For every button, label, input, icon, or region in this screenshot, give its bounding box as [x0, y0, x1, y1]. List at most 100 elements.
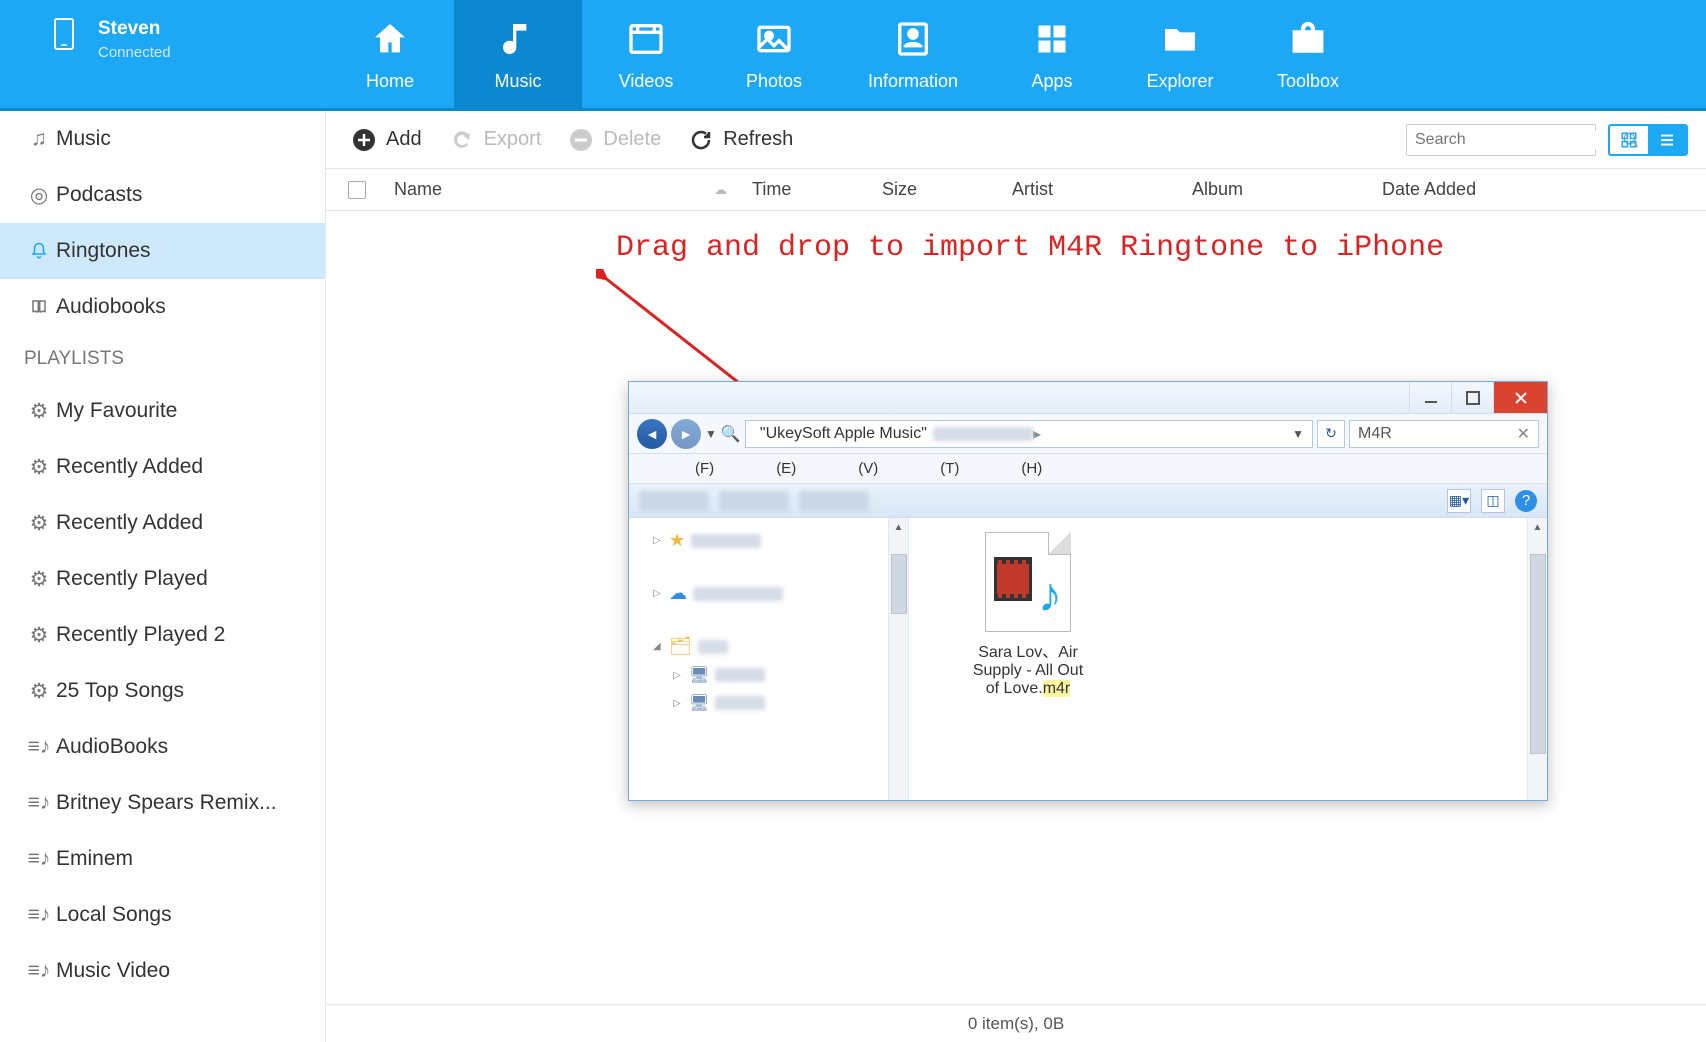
- playlist-item[interactable]: ≡♪ Eminem: [0, 831, 325, 887]
- nav-apps[interactable]: Apps: [988, 0, 1116, 108]
- explorer-icon: [1158, 17, 1202, 61]
- playlist-item[interactable]: ⚙Recently Played 2: [0, 607, 325, 663]
- view-toggle: [1608, 124, 1688, 156]
- playlist-label: Recently Added: [56, 511, 203, 535]
- menu-item[interactable]: [641, 458, 687, 479]
- explorer-body: ▷★ ▷☁ ◢🗂 ▷🖥 ▷🖥 ▲: [629, 518, 1547, 800]
- col-album[interactable]: Album: [1192, 179, 1382, 200]
- refresh-addr-button[interactable]: ↻: [1317, 420, 1345, 448]
- sidebar: ♫ Music ◎ Podcasts Ringtones Audiobooks …: [0, 111, 326, 1042]
- search-nav-icon: 🔍: [721, 424, 741, 444]
- playlist-item[interactable]: ⚙Recently Played: [0, 551, 325, 607]
- sidebar-item-label: Ringtones: [56, 239, 151, 263]
- menu-item[interactable]: [967, 458, 1013, 479]
- back-button[interactable]: ◄: [637, 419, 667, 449]
- history-dropdown[interactable]: ▼: [705, 427, 717, 441]
- preview-pane-button[interactable]: ◫: [1481, 489, 1505, 513]
- tree-item[interactable]: ▷☁: [635, 579, 902, 608]
- tree-scrollbar[interactable]: ▲: [888, 518, 908, 800]
- explorer-files[interactable]: ♪ Sara Lov、Air Supply - All Out of Love.…: [909, 518, 1547, 800]
- forward-button[interactable]: ►: [671, 419, 701, 449]
- file-name-line1: Sara Lov、Air: [953, 638, 1103, 662]
- col-artist[interactable]: Artist: [1012, 179, 1192, 200]
- chevron-right-icon[interactable]: ▸: [1033, 424, 1041, 444]
- addr-dropdown[interactable]: ▼: [1292, 427, 1304, 441]
- nav-photos[interactable]: Photos: [710, 0, 838, 108]
- playlist-item[interactable]: ≡♪Britney Spears Remix...: [0, 775, 325, 831]
- toolbar-item[interactable]: [719, 491, 789, 511]
- files-scrollbar[interactable]: ▲: [1527, 518, 1547, 800]
- playlist-item[interactable]: ⚙Recently Added: [0, 439, 325, 495]
- nav-information[interactable]: Information: [838, 0, 988, 108]
- gear-icon: ⚙: [28, 680, 50, 702]
- toolbar-item[interactable]: [799, 491, 869, 511]
- playlist-item[interactable]: ≡♪ Local Songs: [0, 887, 325, 943]
- playlists-header: PLAYLISTS: [0, 335, 325, 383]
- nav-home[interactable]: Home: [326, 0, 454, 108]
- explorer-search[interactable]: M4R ✕: [1349, 420, 1539, 448]
- delete-label: Delete: [603, 128, 661, 151]
- sidebar-item-audiobooks[interactable]: Audiobooks: [0, 279, 325, 335]
- sidebar-item-music[interactable]: ♫ Music: [0, 111, 325, 167]
- home-icon: [368, 17, 412, 61]
- menu-item[interactable]: [886, 458, 932, 479]
- clear-search-icon[interactable]: ✕: [1517, 424, 1530, 444]
- list-view-button[interactable]: [1648, 126, 1686, 154]
- playlist-item[interactable]: ⚙My Favourite: [0, 383, 325, 439]
- nav-items: Home Music Videos Photos Information: [326, 0, 1372, 108]
- sidebar-item-label: Podcasts: [56, 183, 142, 207]
- col-size[interactable]: Size: [882, 179, 1012, 200]
- playlist-label: 25 Top Songs: [56, 679, 184, 703]
- sidebar-item-label: Music: [56, 127, 111, 151]
- help-button[interactable]: ?: [1515, 490, 1537, 512]
- nav-videos[interactable]: Videos: [582, 0, 710, 108]
- bell-icon: [28, 240, 50, 262]
- gear-icon: ⚙: [28, 456, 50, 478]
- list-icon: ≡♪: [28, 736, 50, 758]
- col-date-added[interactable]: Date Added: [1382, 179, 1476, 200]
- computer-icon: 🖥: [689, 665, 709, 685]
- address-bar[interactable]: "UkeySoft Apple Music" ▸ ▼: [745, 420, 1313, 448]
- menu-item[interactable]: [804, 458, 850, 479]
- nav-music[interactable]: Music: [454, 0, 582, 108]
- menu-item[interactable]: [722, 458, 768, 479]
- close-button[interactable]: [1493, 382, 1547, 413]
- export-button[interactable]: Export: [442, 124, 550, 156]
- minimize-button[interactable]: [1409, 382, 1451, 413]
- playlist-item[interactable]: ≡♪AudioBooks: [0, 719, 325, 775]
- breadcrumb-segment[interactable]: "UkeySoft Apple Music": [754, 425, 933, 443]
- gear-icon: ⚙: [28, 624, 50, 646]
- maximize-button[interactable]: [1451, 382, 1493, 413]
- sidebar-item-podcasts[interactable]: ◎ Podcasts: [0, 167, 325, 223]
- search-input[interactable]: [1415, 131, 1622, 149]
- playlist-item[interactable]: ⚙Recently Added: [0, 495, 325, 551]
- grid-view-button[interactable]: [1610, 126, 1648, 154]
- tree-item[interactable]: ◢🗂: [635, 632, 902, 661]
- cloud-icon: ☁: [714, 182, 752, 198]
- nav-explorer[interactable]: Explorer: [1116, 0, 1244, 108]
- playlist-item[interactable]: ≡♪Music Video: [0, 943, 325, 999]
- drop-area[interactable]: Drag and drop to import M4R Ringtone to …: [326, 211, 1706, 1004]
- playlist-label: Eminem: [56, 847, 133, 871]
- delete-button[interactable]: Delete: [561, 124, 669, 156]
- toolbar-item[interactable]: [639, 491, 709, 511]
- col-time[interactable]: Time: [752, 179, 882, 200]
- list-icon: ≡♪: [28, 848, 50, 870]
- tree-item[interactable]: ▷🖥: [635, 661, 902, 689]
- explorer-tree: ▷★ ▷☁ ◢🗂 ▷🖥 ▷🖥 ▲: [629, 518, 909, 800]
- playlist-item[interactable]: ⚙ 25 Top Songs: [0, 663, 325, 719]
- col-name[interactable]: Name: [394, 179, 714, 200]
- view-mode-button[interactable]: ▦▾: [1447, 489, 1471, 513]
- tree-item[interactable]: ▷★: [635, 526, 902, 555]
- playlist-label: Local Songs: [56, 903, 172, 927]
- add-button[interactable]: Add: [344, 124, 430, 156]
- file-item[interactable]: ♪ Sara Lov、Air Supply - All Out of Love.…: [953, 532, 1103, 698]
- list-icon: ≡♪: [28, 904, 50, 926]
- refresh-button[interactable]: Refresh: [681, 124, 801, 156]
- search-box[interactable]: [1406, 124, 1596, 156]
- sidebar-item-ringtones[interactable]: Ringtones: [0, 223, 325, 279]
- select-all-checkbox[interactable]: [348, 181, 366, 199]
- nav-toolbox[interactable]: Toolbox: [1244, 0, 1372, 108]
- tree-item[interactable]: ▷🖥: [635, 689, 902, 717]
- window-titlebar[interactable]: [629, 382, 1547, 414]
